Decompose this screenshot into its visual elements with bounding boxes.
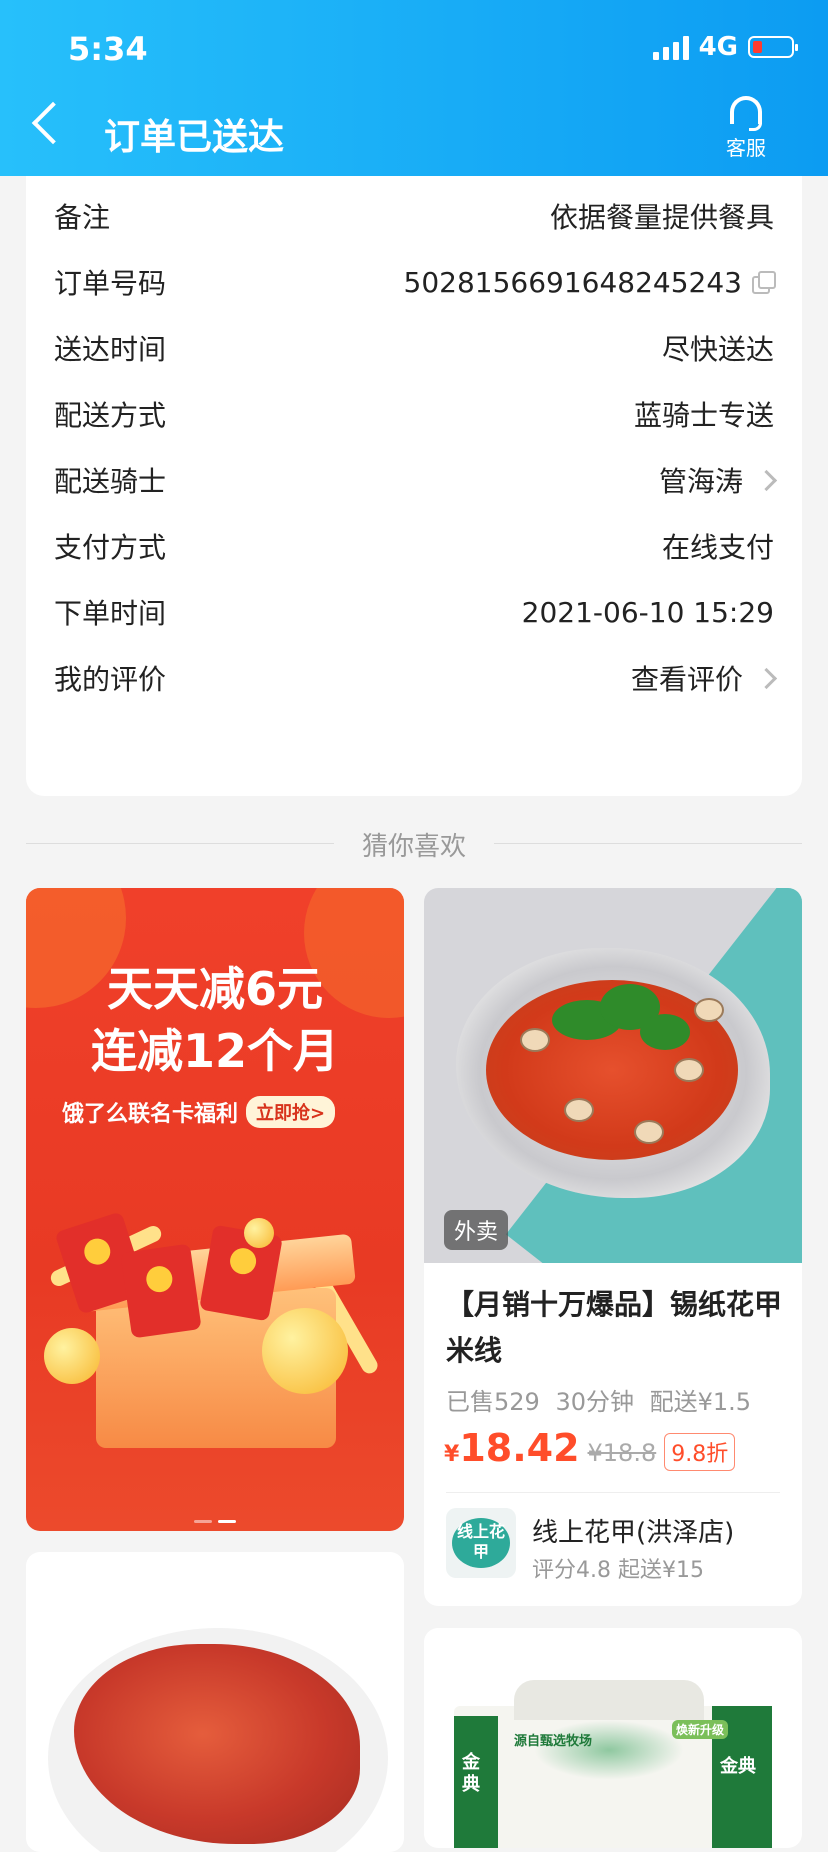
- status-indicators: 4G: [652, 32, 798, 62]
- carousel-dots: [26, 1520, 404, 1523]
- customer-service-button[interactable]: 客服: [716, 96, 776, 161]
- row-label: 下单时间: [54, 597, 167, 630]
- grab-now-button[interactable]: 立即抢>: [246, 1096, 336, 1128]
- row-value: 尽快送达: [661, 333, 774, 366]
- row-value: 蓝骑士专送: [633, 399, 774, 432]
- shop-name[interactable]: 线上花甲(洪泽店): [532, 1512, 734, 1549]
- row-label: 支付方式: [54, 531, 167, 564]
- pasture-label: 源自甄选牧场: [514, 1734, 593, 1749]
- delivery-fee: 配送¥1.5: [649, 1388, 752, 1416]
- page-title: 订单已送达: [104, 117, 285, 158]
- row-label: 备注: [54, 201, 111, 234]
- product-card-partial[interactable]: 金典 源自甄选牧场 焕新升级 金典: [424, 1628, 802, 1848]
- banner-subtitle-row: 饿了么联名卡福利 立即抢>: [62, 1096, 336, 1128]
- order-info-card: 备注 依据餐量提供餐具 订单号码 5028156691648245243 送达时…: [26, 176, 802, 796]
- back-arrow-icon[interactable]: [31, 101, 75, 145]
- row-label: 订单号码: [54, 267, 167, 300]
- currency-symbol: ¥: [444, 1442, 460, 1467]
- row-label: 配送骑士: [54, 465, 167, 498]
- banner-subtitle: 饿了么联名卡福利: [62, 1102, 239, 1127]
- discount-badge: 9.8折: [664, 1433, 736, 1471]
- current-price: 18.42: [459, 1426, 580, 1470]
- status-time: 5:34: [68, 30, 148, 68]
- banner-line2: 连减12个月: [90, 1024, 339, 1078]
- price-row: ¥18.42 ¥18.8 9.8折: [444, 1426, 736, 1471]
- row-payment: 支付方式 在线支付: [54, 526, 774, 566]
- network-type: 4G: [698, 32, 738, 62]
- rider-name: 管海涛: [658, 465, 743, 498]
- battery-icon: [748, 36, 798, 58]
- promo-banner[interactable]: 天天减6元 连减12个月 饿了么联名卡福利 立即抢>: [26, 888, 404, 1531]
- row-label: 我的评价: [54, 663, 167, 696]
- product-card-partial[interactable]: [26, 1552, 404, 1852]
- product-image: 金典 源自甄选牧场 焕新升级 金典: [454, 1680, 772, 1848]
- row-rider[interactable]: 配送骑士 管海涛: [54, 460, 778, 500]
- shop-meta: 评分4.8 起送¥15: [532, 1558, 704, 1583]
- delivery-time: 30分钟: [555, 1388, 634, 1416]
- product-meta: 已售529 30分钟 配送¥1.5: [446, 1382, 759, 1417]
- order-number: 5028156691648245243: [403, 265, 742, 299]
- chevron-right-icon: [755, 667, 778, 689]
- shop-logo: 线上花甲: [446, 1508, 516, 1578]
- row-delivery-time: 送达时间 尽快送达: [54, 328, 774, 368]
- customer-service-label: 客服: [726, 136, 766, 160]
- row-order-time: 下单时间 2021-06-10 15:29: [54, 592, 774, 632]
- row-value: 2021-06-10 15:29: [521, 595, 774, 629]
- sold-count: 已售529: [446, 1388, 540, 1416]
- recommend-divider: 猜你喜欢: [26, 826, 802, 862]
- product-title: 【月销十万爆品】锡纸花甲米线: [446, 1288, 783, 1367]
- row-label: 配送方式: [54, 399, 167, 432]
- product-card[interactable]: 外卖 【月销十万爆品】锡纸花甲米线 已售529 30分钟 配送¥1.5 ¥18.…: [424, 888, 802, 1606]
- brand-label: 金典: [720, 1756, 756, 1777]
- signal-icon: [652, 34, 689, 60]
- row-delivery-method: 配送方式 蓝骑士专送: [54, 394, 774, 434]
- header-bar: 5:34 4G 订单已送达 客服: [0, 0, 828, 176]
- row-remark: 备注 依据餐量提供餐具: [54, 196, 774, 236]
- recommend-title: 猜你喜欢: [361, 832, 466, 862]
- divider: [446, 1492, 780, 1493]
- brand-label: 金典: [462, 1752, 480, 1795]
- takeaway-tag: 外卖: [444, 1210, 509, 1250]
- original-price: ¥18.8: [587, 1439, 657, 1467]
- copy-icon[interactable]: [752, 271, 776, 294]
- row-value: 在线支付: [661, 531, 774, 564]
- row-label: 送达时间: [54, 333, 167, 366]
- headset-icon: [728, 96, 764, 131]
- product-image: 外卖: [424, 888, 802, 1263]
- banner-headline: 天天减6元 连减12个月: [26, 958, 404, 1082]
- shop-logo-text: 线上花甲: [452, 1518, 510, 1568]
- banner-line1: 天天减6元: [106, 962, 323, 1016]
- row-order-number: 订单号码 5028156691648245243: [54, 262, 776, 302]
- chevron-right-icon: [755, 469, 778, 491]
- upgrade-badge: 焕新升级: [672, 1720, 729, 1739]
- row-value: 依据餐量提供餐具: [549, 201, 774, 234]
- view-review-link[interactable]: 查看评价: [631, 658, 743, 698]
- row-my-review[interactable]: 我的评价 查看评价: [54, 658, 778, 698]
